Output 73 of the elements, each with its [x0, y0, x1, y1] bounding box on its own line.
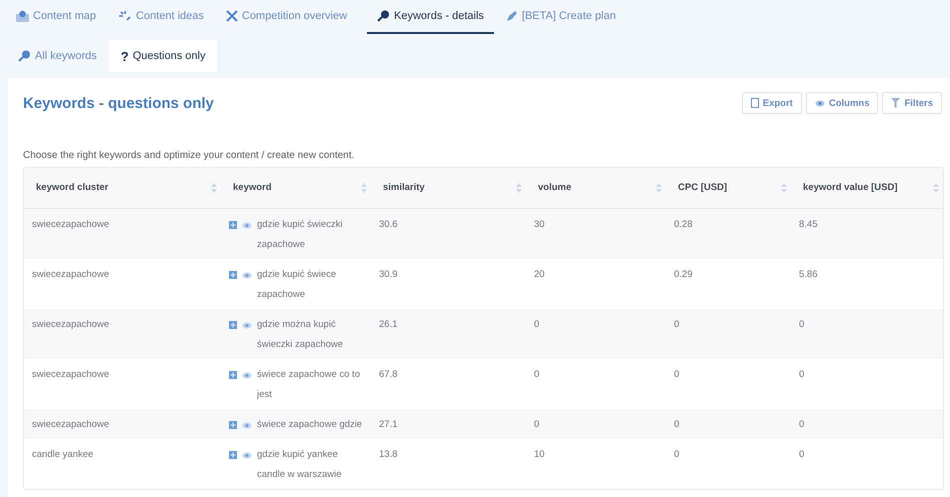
column-header[interactable]: similarity [383, 178, 425, 198]
eye-icon[interactable] [242, 422, 252, 428]
table-cell: 0.28 [674, 219, 692, 230]
table-cell: swiecezapachowe [32, 319, 110, 330]
sub-tab[interactable]: ? Questions only [108, 40, 218, 72]
table-cell: 10 [534, 449, 545, 460]
table-cell: 30 [534, 219, 545, 230]
table-cell: 0 [534, 419, 540, 430]
panel-title: Keywords - questions only [23, 94, 214, 112]
eye-icon[interactable] [242, 222, 252, 228]
sort-icon[interactable] [361, 183, 367, 193]
table-cell: 0 [799, 369, 804, 380]
sort-icon[interactable] [656, 183, 662, 193]
table-cell: 0 [674, 419, 680, 430]
sort-icon[interactable] [516, 183, 522, 193]
table-cell: 67.8 [379, 369, 398, 380]
key-icon [377, 10, 390, 22]
sparkle-icon [118, 10, 132, 22]
table-cell: 0 [534, 319, 540, 330]
table-cell: 0 [674, 449, 680, 460]
table-cell: 0.29 [674, 269, 692, 280]
add-icon[interactable] [229, 271, 237, 279]
table-cell: 0 [799, 319, 804, 330]
table-cell: 0 [799, 419, 804, 430]
table-cell: 13.8 [379, 449, 398, 460]
eye-icon[interactable] [242, 372, 252, 378]
table-cell: swiecezapachowe [32, 419, 110, 430]
keyword-cell-text: gdzie kupić świece zapachowe [257, 268, 338, 302]
table-cell: 0 [534, 369, 540, 380]
table-cell: 30.6 [379, 219, 398, 230]
column-header[interactable]: keyword [233, 178, 272, 198]
question-mark-icon: ? [120, 48, 129, 64]
file-icon [750, 98, 759, 108]
eye-icon[interactable] [242, 322, 252, 328]
eye-icon [814, 100, 825, 106]
add-icon[interactable] [229, 371, 237, 379]
table-cell: swiecezapachowe [32, 219, 110, 230]
map-pin-icon [16, 10, 29, 22]
column-header[interactable]: CPC [USD] [678, 178, 728, 198]
table-cell: 5.86 [799, 269, 818, 280]
keyword-cell-text: świece zapachowe co to jest [257, 368, 361, 402]
table-cell: 20 [534, 269, 545, 280]
description-text: Choose the right keywords and optimize your content / create new content. [23, 150, 356, 161]
table-cell: 0 [799, 449, 804, 460]
table-cell: 0 [674, 369, 680, 380]
nav-tab[interactable]: Keywords - details [367, 0, 494, 34]
sort-icon[interactable] [211, 183, 217, 193]
column-header[interactable]: keyword value [USD] [803, 178, 898, 198]
keyword-cell-text: gdzie kupić świeczki zapachowe [257, 218, 344, 252]
pencil-icon [506, 10, 518, 22]
keyword-cell-text: gdzie kupić yankee candle w warszawie [257, 448, 342, 482]
key-icon [18, 50, 31, 62]
table-cell: swiecezapachowe [32, 369, 110, 380]
filter-icon [891, 98, 900, 108]
table-cell: 30.9 [379, 269, 398, 280]
add-icon[interactable] [229, 321, 237, 329]
table-cell: 27.1 [379, 419, 398, 430]
add-icon[interactable] [229, 221, 237, 229]
add-icon[interactable] [229, 421, 237, 429]
sort-icon[interactable] [781, 183, 787, 193]
column-header[interactable]: volume [538, 178, 572, 198]
table-cell: swiecezapachowe [32, 269, 110, 280]
keyword-cell-text: świece zapachowe gdzie [257, 418, 362, 432]
eye-icon[interactable] [242, 272, 252, 278]
eye-icon[interactable] [242, 452, 252, 458]
table-cell: 26.1 [379, 319, 398, 330]
table-cell: 0 [674, 319, 680, 330]
table-cell: 8.45 [799, 219, 818, 230]
keyword-cell-text: gdzie można kupić świeczki zapachowe [257, 318, 344, 352]
column-header[interactable]: keyword cluster [36, 178, 108, 198]
sort-icon[interactable] [933, 183, 939, 193]
table-cell: candle yankee [32, 449, 94, 460]
add-icon[interactable] [229, 451, 237, 459]
